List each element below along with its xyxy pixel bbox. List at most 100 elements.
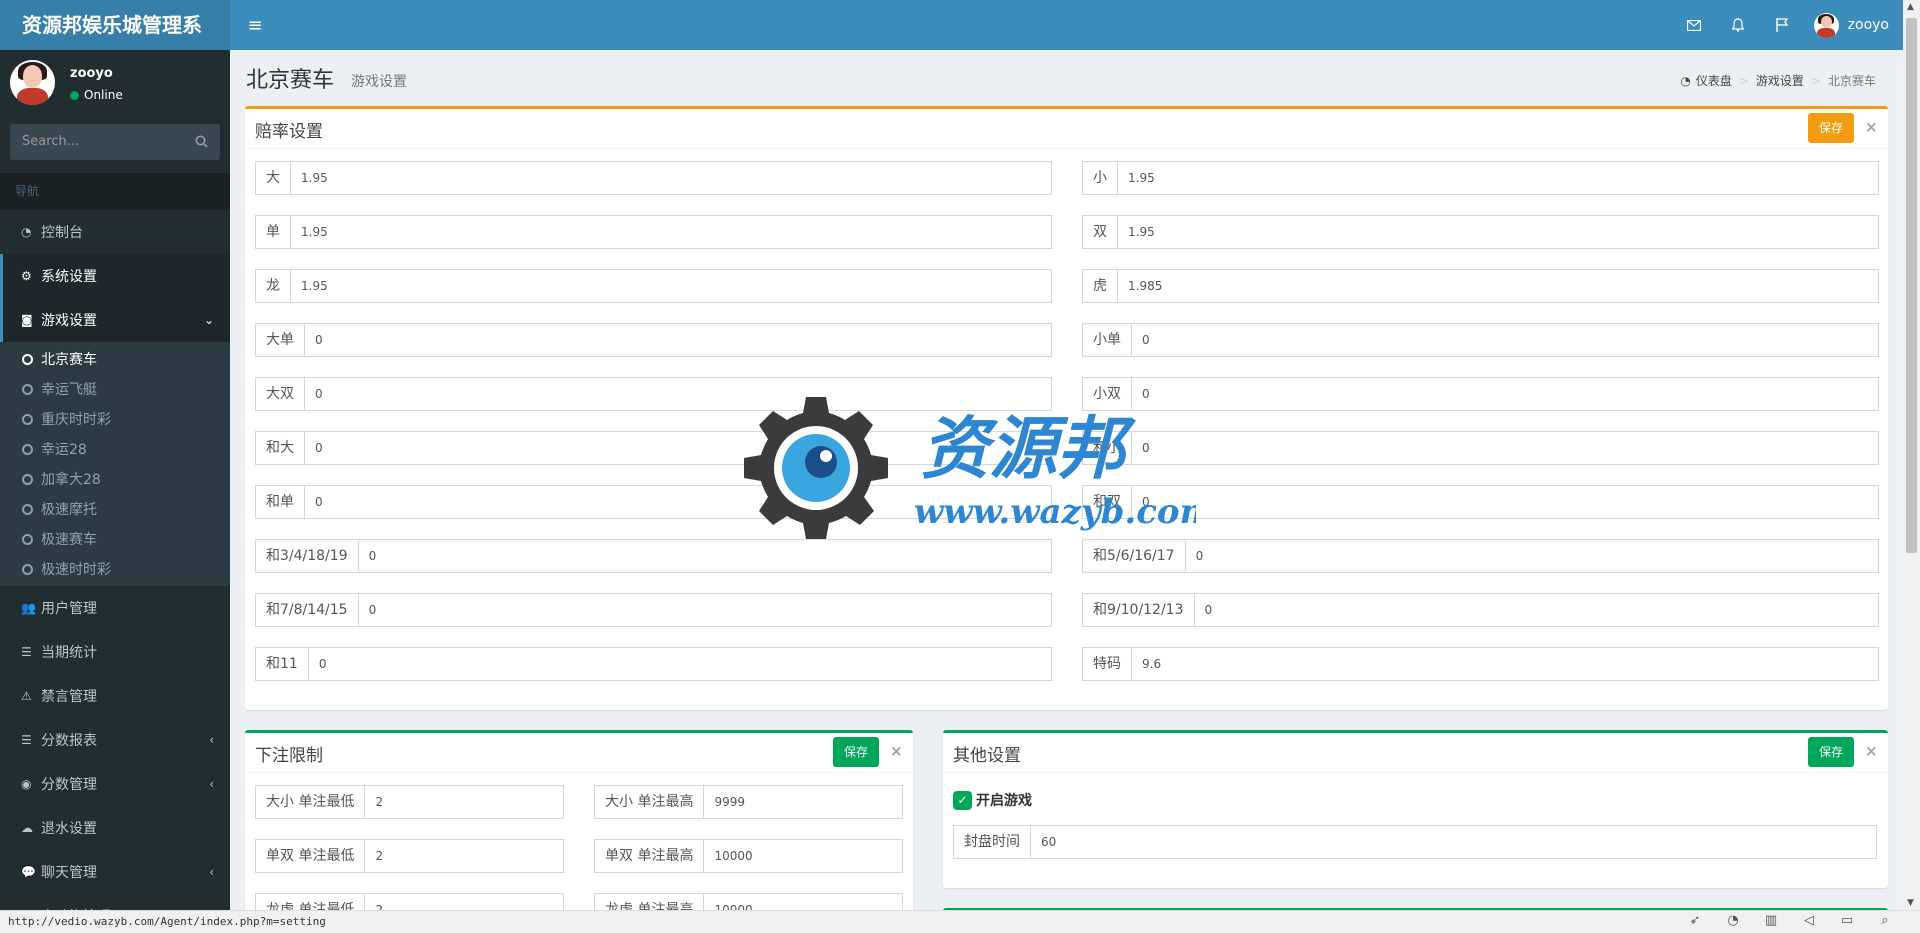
field-value[interactable]: 0 (1195, 594, 1878, 626)
search-icon[interactable] (195, 124, 208, 160)
odds-input[interactable]: 和7/8/14/15 0 (255, 593, 1052, 627)
odds-input[interactable]: 大双 0 (255, 377, 1052, 411)
odds-input[interactable]: 和单 0 (255, 485, 1052, 519)
rocket-icon[interactable]: ➶ (1676, 913, 1714, 928)
sidebar-item-score-manage[interactable]: ◉ 分数管理 ‹ (0, 762, 230, 806)
messages-button[interactable] (1672, 0, 1716, 50)
volume-icon[interactable]: ◁ (1790, 913, 1828, 928)
enable-game-checkbox[interactable]: ✓ 开启游戏 (953, 790, 1032, 810)
bet-min-input[interactable]: 龙虎 单注最低 2 (255, 893, 564, 910)
sidebar-subitem[interactable]: 极速摩托 (0, 494, 230, 524)
field-value[interactable]: 9.6 (1132, 648, 1878, 680)
save-button[interactable]: 保存 (1808, 737, 1855, 767)
field-value[interactable]: 9999 (704, 786, 902, 818)
sidebar-subitem[interactable]: 极速时时彩 (0, 554, 230, 584)
sidebar-subitem[interactable]: 加拿大28 (0, 464, 230, 494)
field-value[interactable]: 0 (1186, 540, 1878, 572)
field-value[interactable]: 10000 (704, 840, 902, 872)
field-value[interactable]: 1.985 (1118, 270, 1878, 302)
odds-input[interactable]: 和小 0 (1082, 431, 1879, 465)
odds-input[interactable]: 大 1.95 (255, 161, 1052, 195)
scroll-down-icon[interactable]: ▼ (1907, 898, 1914, 908)
field-value[interactable]: 0 (1132, 432, 1878, 464)
odds-input[interactable]: 和9/10/12/13 0 (1082, 593, 1879, 627)
field-value[interactable]: 2 (365, 894, 563, 910)
bet-min-input[interactable]: 大小 单注最低 2 (255, 785, 564, 819)
zoom-icon[interactable]: ⌕ (1866, 913, 1904, 928)
sidebar-item-game-settings[interactable]: ◙ 游戏设置 ⌄ (0, 298, 230, 342)
field-value[interactable]: 10000 (704, 894, 902, 910)
odds-input[interactable]: 双 1.95 (1082, 215, 1879, 249)
field-value[interactable]: 1.95 (291, 162, 1051, 194)
field-value[interactable]: 1.95 (291, 270, 1051, 302)
odds-input[interactable]: 小 1.95 (1082, 161, 1879, 195)
navbar-right: zooyo (1672, 0, 1903, 50)
bet-max-input[interactable]: 单双 单注最高 10000 (594, 839, 903, 873)
field-value[interactable]: 0 (1132, 486, 1878, 518)
save-button[interactable]: 保存 (1808, 113, 1855, 143)
odds-input[interactable]: 特码 9.6 (1082, 647, 1879, 681)
close-icon[interactable]: × (1865, 118, 1878, 136)
close-time-field[interactable]: 封盘时间 60 (953, 825, 1877, 859)
field-value[interactable]: 1.95 (1118, 162, 1878, 194)
sidebar-subitem[interactable]: 极速赛车 (0, 524, 230, 554)
breadcrumb-link[interactable]: 游戏设置 (1756, 72, 1804, 89)
field-value[interactable]: 2 (365, 786, 563, 818)
odds-input[interactable]: 和大 0 (255, 431, 1052, 465)
field-value[interactable]: 0 (359, 594, 1051, 626)
sidebar-subitem[interactable]: 重庆时时彩 (0, 404, 230, 434)
field-value[interactable]: 0 (305, 378, 1051, 410)
close-icon[interactable]: × (1865, 742, 1878, 760)
field-value[interactable]: 0 (1132, 378, 1878, 410)
odds-input[interactable]: 和11 0 (255, 647, 1052, 681)
sidebar-subitem[interactable]: 北京赛车 (0, 344, 230, 374)
close-icon[interactable]: × (890, 742, 903, 760)
field-value[interactable]: 1.95 (1118, 216, 1878, 248)
user-menu[interactable]: zooyo (1804, 0, 1903, 50)
app-logo[interactable]: 资源邦娱乐城管理系 (0, 0, 230, 50)
sidebar-item-period-stats[interactable]: ☰ 当期统计 (0, 630, 230, 674)
sidebar-item-system-settings[interactable]: ⚙ 系统设置 (0, 254, 230, 298)
field-value[interactable]: 2 (365, 840, 563, 872)
sidebar-item-chat[interactable]: 💬 聊天管理 ‹ (0, 850, 230, 894)
field-value[interactable]: 0 (1132, 324, 1878, 356)
speed-icon[interactable]: ◔ (1714, 913, 1752, 928)
search-input[interactable]: Search... (10, 124, 220, 160)
odds-input[interactable]: 和3/4/18/19 0 (255, 539, 1052, 573)
breadcrumb-link[interactable]: 仪表盘 (1696, 72, 1732, 89)
bet-max-input[interactable]: 龙虎 单注最高 10000 (594, 893, 903, 910)
odds-input[interactable]: 小单 0 (1082, 323, 1879, 357)
odds-input[interactable]: 和双 0 (1082, 485, 1879, 519)
field-value[interactable]: 0 (309, 648, 1051, 680)
odds-input[interactable]: 单 1.95 (255, 215, 1052, 249)
sidebar-item-mute[interactable]: ⚠ 禁言管理 (0, 674, 230, 718)
window-icon[interactable]: ▭ (1828, 913, 1866, 928)
save-button[interactable]: 保存 (833, 737, 880, 767)
scrollbar-thumb[interactable] (1906, 18, 1917, 553)
sidebar-item-users[interactable]: 👥 用户管理 (0, 586, 230, 630)
sidebar-item-dashboard[interactable]: ◔ 控制台 (0, 210, 230, 254)
field-value[interactable]: 60 (1031, 826, 1876, 858)
field-value[interactable]: 0 (305, 324, 1051, 356)
odds-input[interactable]: 小双 0 (1082, 377, 1879, 411)
scroll-up-icon[interactable]: ▲ (1907, 2, 1914, 12)
sidebar-item-score-report[interactable]: ☰ 分数报表 ‹ (0, 718, 230, 762)
bet-max-input[interactable]: 大小 单注最高 9999 (594, 785, 903, 819)
sidebar-subitem[interactable]: 幸运28 (0, 434, 230, 464)
bet-min-input[interactable]: 单双 单注最低 2 (255, 839, 564, 873)
sidebar-subitem[interactable]: 幸运飞艇 (0, 374, 230, 404)
field-value[interactable]: 0 (305, 486, 1051, 518)
field-value[interactable]: 0 (305, 432, 1051, 464)
field-value[interactable]: 1.95 (291, 216, 1051, 248)
odds-input[interactable]: 虎 1.985 (1082, 269, 1879, 303)
sidebar-toggle-button[interactable]: ≡ (230, 0, 280, 50)
field-value[interactable]: 0 (359, 540, 1051, 572)
vertical-scrollbar[interactable]: ▲ ▼ (1903, 0, 1920, 910)
sidebar-item-rebate[interactable]: ☁ 退水设置 (0, 806, 230, 850)
trash-icon[interactable]: ▥ (1752, 913, 1790, 928)
odds-input[interactable]: 龙 1.95 (255, 269, 1052, 303)
notifications-button[interactable] (1716, 0, 1760, 50)
odds-input[interactable]: 和5/6/16/17 0 (1082, 539, 1879, 573)
odds-input[interactable]: 大单 0 (255, 323, 1052, 357)
tasks-button[interactable] (1760, 0, 1804, 50)
